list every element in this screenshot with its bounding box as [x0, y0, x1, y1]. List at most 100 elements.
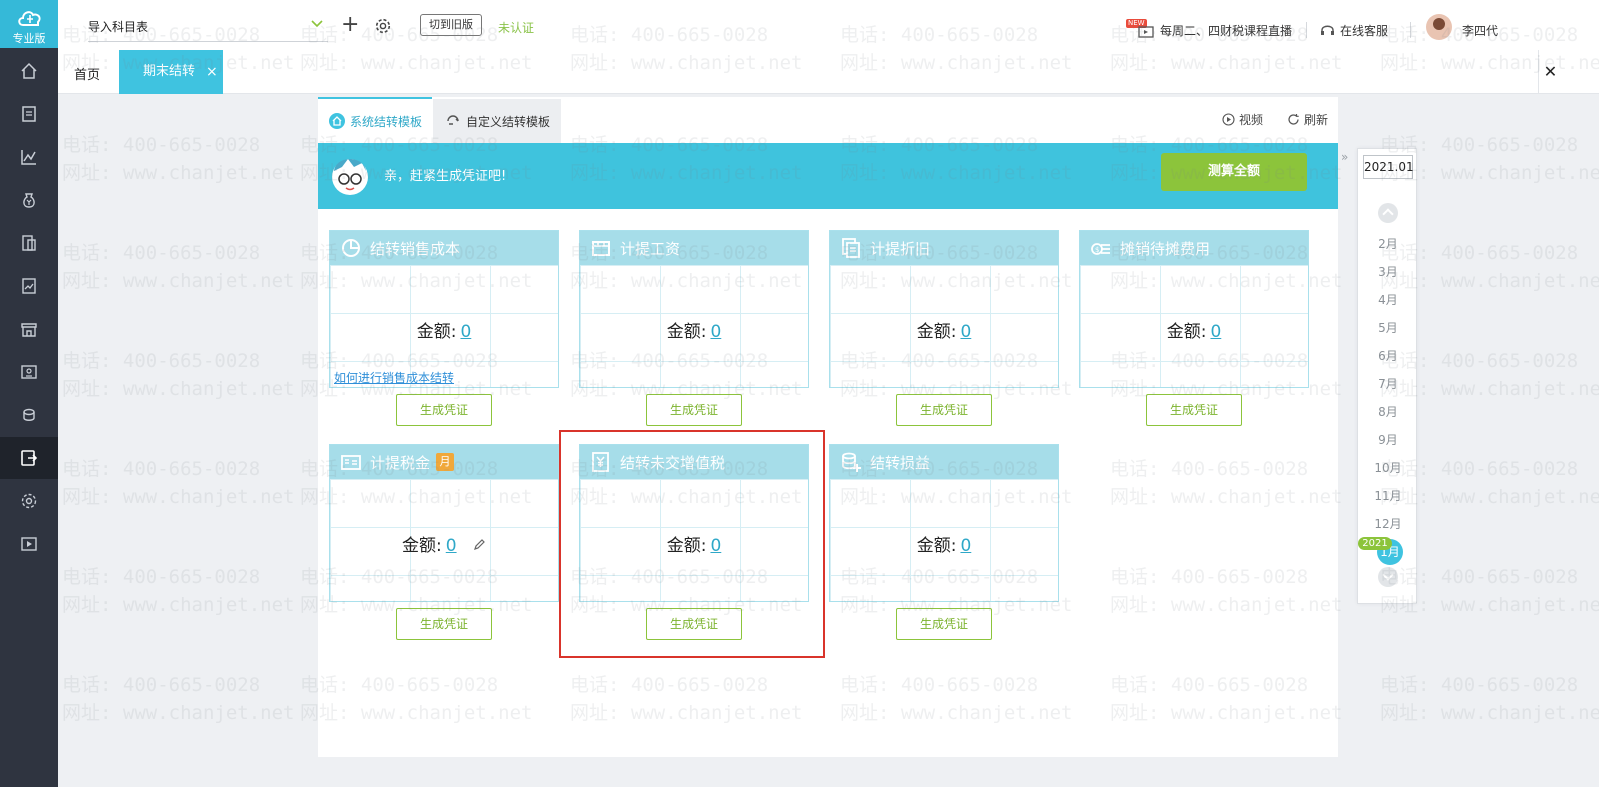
- card-accrue-tax: 计提税金 月 金额: 0: [329, 444, 559, 602]
- custom-sync-icon: [447, 115, 459, 125]
- card-title: 结转损益: [870, 453, 931, 472]
- account-selector[interactable]: 导入科目表: [88, 18, 328, 42]
- sidebar-item-home[interactable]: [0, 50, 58, 92]
- add-icon[interactable]: +: [341, 14, 359, 36]
- watermark-site: 网址: www.chanjet.net: [62, 162, 295, 184]
- double-chevron-right-icon[interactable]: »: [1341, 150, 1355, 164]
- month-item[interactable]: 8月: [1358, 403, 1418, 420]
- sidebar-item-voucher[interactable]: [0, 93, 58, 135]
- headset-icon: [1321, 25, 1334, 35]
- tab-custom-template[interactable]: 自定义结转模板: [433, 99, 561, 143]
- chevron-down-icon[interactable]: [310, 18, 324, 30]
- left-rail: 专业版: [0, 0, 58, 787]
- month-item[interactable]: 10月: [1358, 459, 1418, 476]
- amount-label: 金额:: [916, 536, 957, 556]
- sidebar-item-chart[interactable]: [0, 136, 58, 178]
- sidebar-item-store[interactable]: [0, 308, 58, 350]
- generate-voucher-button[interactable]: 生成凭证: [896, 394, 992, 426]
- month-item[interactable]: 3月: [1358, 263, 1418, 280]
- amount-value[interactable]: 0: [960, 536, 971, 556]
- generate-voucher-button[interactable]: 生成凭证: [396, 394, 492, 426]
- month-item[interactable]: 11月: [1358, 487, 1418, 504]
- settings-icon: [21, 493, 37, 509]
- sales-cost-help-link[interactable]: 如何进行销售成本结转: [334, 369, 454, 386]
- live-course-link[interactable]: 每周二、四财税课程直播: [1138, 22, 1292, 39]
- generate-voucher-button[interactable]: 生成凭证: [396, 608, 492, 640]
- card-title: 计提税金: [370, 453, 431, 472]
- month-item[interactable]: 12月: [1358, 515, 1418, 532]
- amount-value[interactable]: 0: [446, 536, 457, 556]
- card-title: 计提工资: [620, 239, 681, 258]
- ledger-icon: [22, 235, 36, 251]
- sidebar-item-video[interactable]: [0, 523, 58, 565]
- amount-value[interactable]: 0: [710, 322, 721, 342]
- card-title: 计提折旧: [870, 239, 931, 258]
- amount-label: 金额:: [402, 536, 442, 556]
- watermark-site: 网址: www.chanjet.net: [62, 702, 295, 724]
- amount-row: 金额: 0: [830, 317, 1058, 342]
- month-item[interactable]: 6月: [1358, 347, 1418, 364]
- scroll-down-icon[interactable]: [1378, 567, 1398, 587]
- amount-value[interactable]: 0: [1210, 322, 1221, 342]
- page-tabs: 首页 期末结转 × ✕: [58, 50, 1599, 94]
- divider: [1306, 22, 1307, 38]
- close-icon[interactable]: ✕: [1538, 50, 1562, 94]
- monthly-badge: 月: [436, 453, 455, 471]
- watermark-site: 网址: www.chanjet.net: [62, 378, 295, 400]
- period-end-icon: [21, 450, 38, 466]
- calculate-amount-button[interactable]: 测算全额: [1161, 153, 1307, 191]
- pencil-icon[interactable]: [472, 538, 486, 552]
- amount-value[interactable]: 0: [460, 322, 471, 342]
- sidebar-item-settings[interactable]: [0, 480, 58, 522]
- generate-voucher-button[interactable]: 生成凭证: [646, 394, 742, 426]
- sidebar-item-ledger[interactable]: [0, 222, 58, 264]
- amount-label: 金额:: [416, 322, 457, 342]
- card-amortize-prepaid: $ 摊销待摊费用 金额: 0: [1079, 230, 1309, 388]
- tab-home[interactable]: 首页: [74, 64, 100, 83]
- report-icon: [22, 278, 36, 294]
- sidebar-item-period-end[interactable]: [0, 437, 58, 479]
- banner-text: 亲，赶紧生成凭证吧!: [384, 169, 507, 184]
- divider: [1410, 22, 1411, 38]
- close-tab-icon[interactable]: ×: [206, 50, 218, 94]
- certification-status[interactable]: 未认证: [498, 19, 534, 36]
- avatar[interactable]: [1426, 14, 1452, 40]
- month-item[interactable]: 2月: [1358, 235, 1418, 252]
- home-badge-icon: [329, 113, 345, 129]
- month-item[interactable]: 4月: [1358, 291, 1418, 308]
- sidebar-item-money[interactable]: [0, 179, 58, 221]
- card-sales-cost-transfer: 结转销售成本 金额: 0 如何进行销售成本结转: [329, 230, 559, 388]
- sidebar-item-coins[interactable]: [0, 394, 58, 436]
- online-service-link[interactable]: 在线客服: [1320, 22, 1388, 39]
- generate-voucher-button[interactable]: 生成凭证: [896, 608, 992, 640]
- card-header: 计提税金 月: [330, 445, 558, 479]
- refresh-label: 刷新: [1304, 113, 1329, 127]
- switch-old-version-button[interactable]: 切到旧版: [420, 14, 482, 36]
- card-header: 结转销售成本: [330, 231, 558, 265]
- month-item[interactable]: 7月: [1358, 375, 1418, 392]
- edition-label: 专业版: [12, 32, 46, 45]
- app-logo[interactable]: 专业版: [0, 0, 58, 48]
- scroll-up-icon[interactable]: [1378, 203, 1398, 223]
- video-link[interactable]: 视频: [1222, 111, 1263, 128]
- gear-icon[interactable]: [374, 17, 392, 35]
- month-item[interactable]: 9月: [1358, 431, 1418, 448]
- watermark-phone: 电话: 400-665-0028: [62, 350, 261, 372]
- cash-stack-icon: $: [1091, 243, 1110, 255]
- pie-chart-icon: [342, 239, 360, 257]
- generate-voucher-button[interactable]: 生成凭证: [1146, 394, 1242, 426]
- card-accrue-salary: 计提工资 金额: 0: [579, 230, 809, 388]
- sidebar-item-cashier[interactable]: [0, 351, 58, 393]
- month-selector: 2021.01 2月 3月 4月 5月 6月 7月 8月 9月 10月 11月 …: [1357, 148, 1417, 604]
- card-header: 计提工资: [580, 231, 808, 265]
- amount-label: 金额:: [666, 322, 707, 342]
- tab-system-template[interactable]: 系统结转模板: [318, 97, 432, 143]
- user-name[interactable]: 李四代: [1462, 22, 1498, 39]
- refresh-link[interactable]: 刷新: [1287, 111, 1328, 128]
- tab-custom-template-label: 自定义结转模板: [466, 114, 551, 129]
- documents-icon: [842, 238, 860, 258]
- sidebar-item-report[interactable]: [0, 265, 58, 307]
- current-period[interactable]: 2021.01: [1363, 155, 1414, 179]
- month-item[interactable]: 5月: [1358, 319, 1418, 336]
- amount-value[interactable]: 0: [960, 322, 971, 342]
